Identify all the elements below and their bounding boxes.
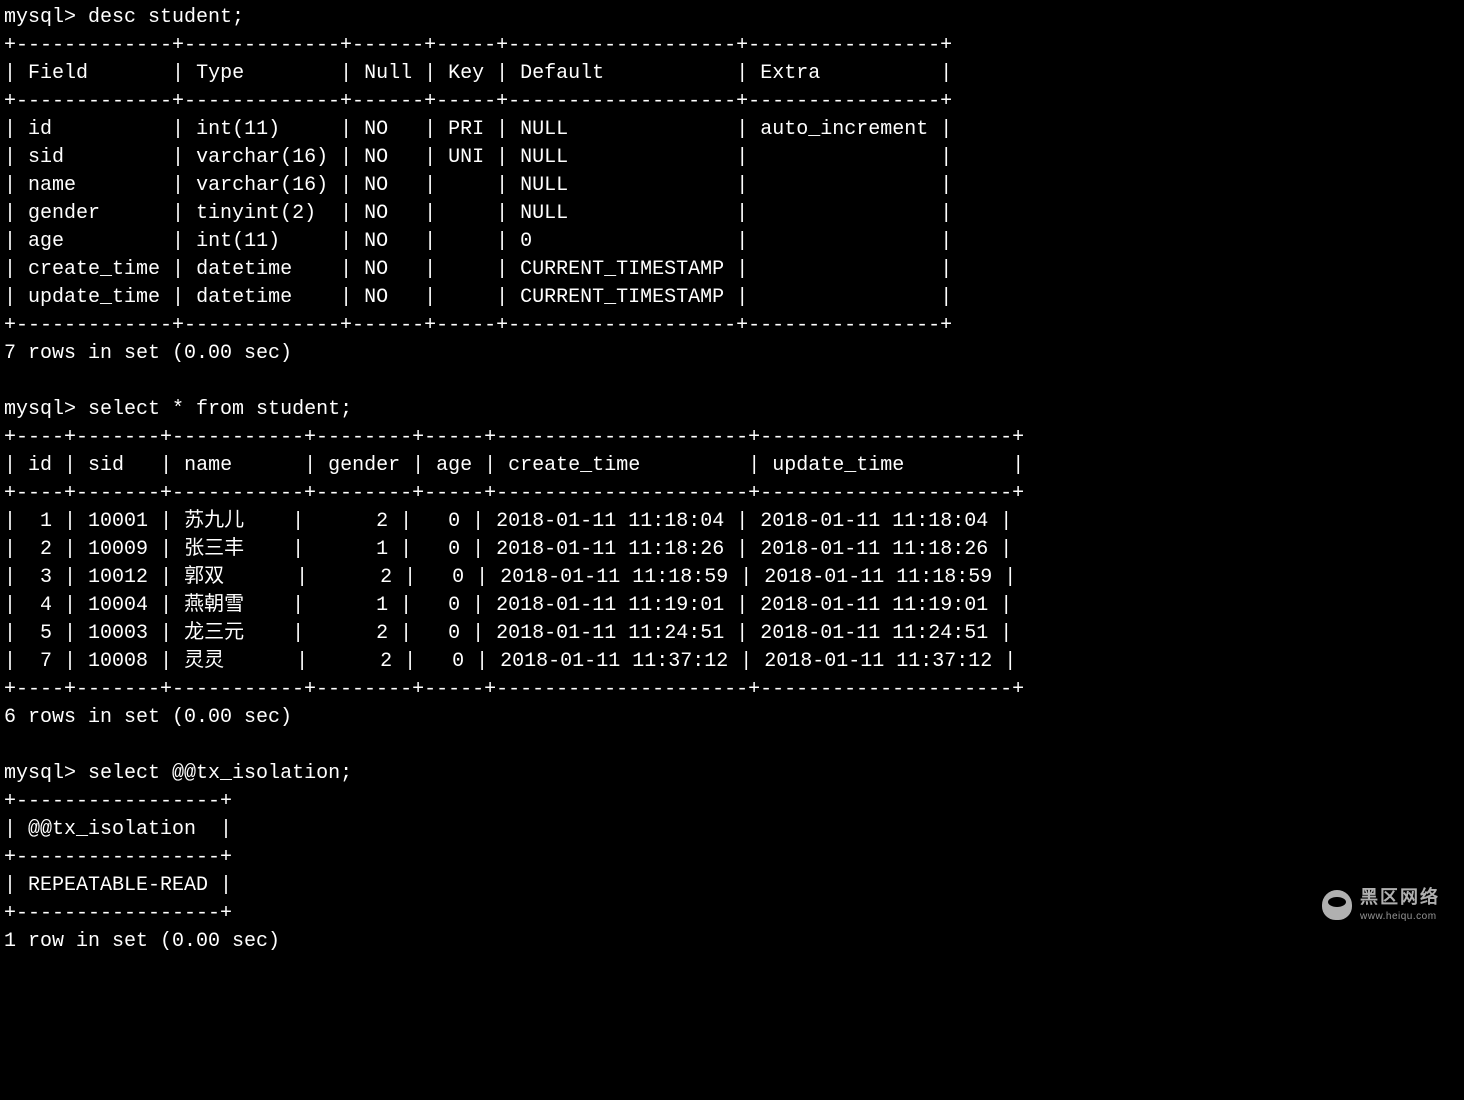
desc-border: +-------------+-------------+------+----… — [4, 34, 952, 57]
prompt: mysql> — [4, 762, 76, 785]
table-row: | 2 | 10009 | 张三丰 | 1 | 0 | 2018-01-11 1… — [4, 538, 1012, 561]
iso-border: +-----------------+ — [4, 846, 232, 869]
table-row: | 1 | 10001 | 苏九儿 | 2 | 0 | 2018-01-11 1… — [4, 510, 1012, 533]
table-row: | 5 | 10003 | 龙三元 | 2 | 0 | 2018-01-11 1… — [4, 622, 1012, 645]
select-border: +----+-------+-----------+--------+-----… — [4, 678, 1024, 701]
prompt: mysql> — [4, 6, 76, 29]
table-row: | id | int(11) | NO | PRI | NULL | auto_… — [4, 118, 952, 141]
iso-summary: 1 row in set (0.00 sec) — [4, 930, 280, 953]
table-row: | 7 | 10008 | 灵灵 | 2 | 0 | 2018-01-11 11… — [4, 650, 1016, 673]
command-isolation: select @@tx_isolation; — [88, 762, 352, 785]
table-row: | 3 | 10012 | 郭双 | 2 | 0 | 2018-01-11 11… — [4, 566, 1016, 589]
desc-header-row: | Field | Type | Null | Key | Default | … — [4, 62, 952, 85]
table-row: | age | int(11) | NO | | 0 | | — [4, 230, 952, 253]
table-row: | sid | varchar(16) | NO | UNI | NULL | … — [4, 146, 952, 169]
table-row: | create_time | datetime | NO | | CURREN… — [4, 258, 952, 281]
iso-header-row: | @@tx_isolation | — [4, 818, 232, 841]
table-row: | REPEATABLE-READ | — [4, 874, 232, 897]
watermark-url: www.heiqu.com — [1360, 910, 1440, 924]
table-row: | gender | tinyint(2) | NO | | NULL | | — [4, 202, 952, 225]
mushroom-icon — [1322, 890, 1352, 920]
select-header-row: | id | sid | name | gender | age | creat… — [4, 454, 1024, 477]
select-border: +----+-------+-----------+--------+-----… — [4, 426, 1024, 449]
terminal-output: mysql> desc student; +-------------+----… — [0, 0, 1464, 956]
table-row: | 4 | 10004 | 燕朝雪 | 1 | 0 | 2018-01-11 1… — [4, 594, 1012, 617]
command-select: select * from student; — [88, 398, 352, 421]
iso-border: +-----------------+ — [4, 790, 232, 813]
select-summary: 6 rows in set (0.00 sec) — [4, 706, 292, 729]
desc-summary: 7 rows in set (0.00 sec) — [4, 342, 292, 365]
table-row: | update_time | datetime | NO | | CURREN… — [4, 286, 952, 309]
watermark: 黑区网络 www.heiqu.com — [1322, 885, 1440, 924]
watermark-title: 黑区网络 — [1360, 885, 1440, 910]
desc-border: +-------------+-------------+------+----… — [4, 314, 952, 337]
prompt: mysql> — [4, 398, 76, 421]
iso-border: +-----------------+ — [4, 902, 232, 925]
command-desc: desc student; — [88, 6, 244, 29]
table-row: | name | varchar(16) | NO | | NULL | | — [4, 174, 952, 197]
select-border: +----+-------+-----------+--------+-----… — [4, 482, 1024, 505]
desc-border: +-------------+-------------+------+----… — [4, 90, 952, 113]
